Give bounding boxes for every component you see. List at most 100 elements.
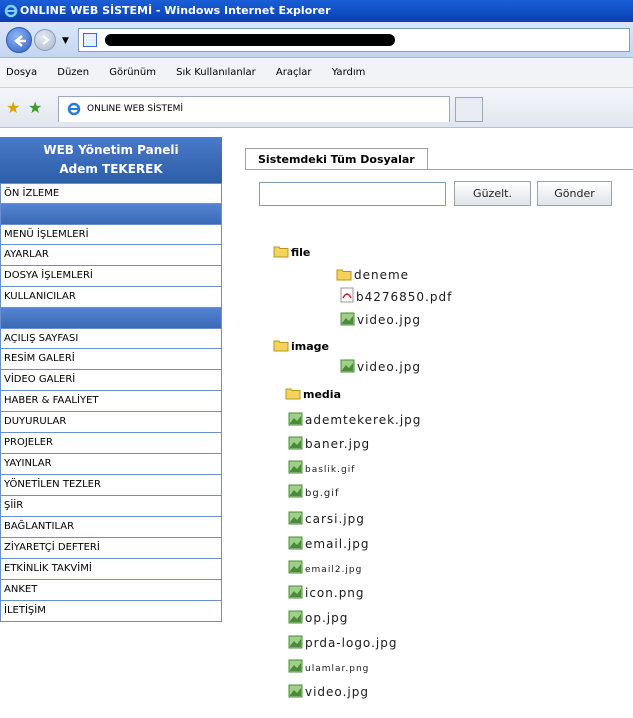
sidebar-item-projects[interactable]: PROJELER: [0, 433, 222, 454]
image-file-icon: [288, 511, 303, 525]
file-label: ulamlar.png: [305, 664, 370, 674]
new-tab-button[interactable]: [455, 97, 483, 122]
edit-button[interactable]: Güzelt.: [454, 181, 531, 206]
tree-file[interactable]: ademtekerek.jpg: [288, 411, 421, 429]
history-dropdown-icon[interactable]: ▼: [62, 36, 69, 46]
file-label: ademtekerek.jpg: [305, 413, 422, 427]
tree-file[interactable]: bg.gif: [288, 483, 340, 501]
image-file-icon: [288, 560, 303, 574]
file-label: video.jpg: [305, 685, 369, 699]
tree-file[interactable]: icon.png: [288, 584, 365, 602]
tree-folder[interactable]: image: [273, 337, 329, 355]
file-label: icon.png: [305, 586, 365, 600]
file-label: op.jpg: [305, 611, 349, 625]
sidebar-title: WEB Yönetim Paneli: [43, 143, 179, 157]
file-label: bg.gif: [305, 488, 340, 499]
menu-view[interactable]: Görünüm: [109, 67, 156, 78]
tree-file[interactable]: email2.jpg: [288, 559, 362, 577]
file-label: email.jpg: [305, 537, 370, 551]
sidebar-username: Adem TEKEREK: [59, 162, 163, 176]
back-arrow-icon: [14, 35, 26, 47]
tab-all-files[interactable]: Sistemdeki Tüm Dosyalar: [245, 148, 428, 170]
favorites-bar: ★ ★ ONLINE WEB SİSTEMİ: [0, 88, 633, 128]
sidebar-item-links[interactable]: BAĞLANTILAR: [0, 517, 222, 538]
folder-label-image: image: [291, 340, 329, 353]
file-label-video: video.jpg: [357, 360, 421, 374]
menu-edit[interactable]: Düzen: [57, 67, 89, 78]
image-file-icon: [288, 585, 303, 599]
sidebar-item-publications[interactable]: YAYINLAR: [0, 454, 222, 475]
pdf-file-icon: [340, 287, 354, 303]
folder-label-media: media: [303, 388, 341, 401]
tree-file[interactable]: prda-logo.jpg: [288, 634, 397, 652]
image-file-icon: [288, 484, 303, 498]
sidebar-item-home-page[interactable]: AÇILIŞ SAYFASI: [0, 328, 222, 349]
tree-file[interactable]: video.jpg: [340, 358, 421, 376]
folder-icon: [285, 388, 301, 400]
favorites-star-icon[interactable]: ★: [6, 98, 20, 117]
tree-file[interactable]: ulamlar.png: [288, 658, 369, 676]
sidebar-item-guestbook[interactable]: ZİYARETÇİ DEFTERİ: [0, 538, 222, 559]
sidebar-item-settings[interactable]: AYARLAR: [0, 245, 222, 266]
back-button[interactable]: [6, 27, 32, 53]
sidebar-item-theses[interactable]: YÖNETİLEN TEZLER: [0, 475, 222, 496]
sidebar-item-files[interactable]: DOSYA İŞLEMLERİ: [0, 266, 222, 287]
image-file-icon: [340, 359, 355, 373]
sidebar-item-contact[interactable]: İLETİŞİM: [0, 601, 222, 622]
file-label: baner.jpg: [305, 437, 371, 451]
image-file-icon: [288, 635, 303, 649]
sidebar-item-video-gallery[interactable]: VİDEO GALERİ: [0, 370, 222, 391]
ie-tab-icon: [67, 102, 81, 116]
folder-name-input[interactable]: [259, 182, 446, 206]
tab-underline: [245, 169, 633, 170]
window-title: ONLINE WEB SİSTEMİ - Windows Internet Ex…: [20, 4, 331, 17]
menu-file[interactable]: Dosya: [6, 67, 37, 78]
menu-favorites[interactable]: Sık Kullanılanlar: [176, 67, 256, 78]
tree-file[interactable]: carsi.jpg: [288, 510, 365, 528]
image-file-icon: [288, 610, 303, 624]
tree-folder[interactable]: deneme: [336, 266, 409, 284]
menu-tools[interactable]: Araçlar: [276, 67, 312, 78]
file-label: email2.jpg: [305, 565, 363, 575]
sidebar-item-photo-gallery[interactable]: RESİM GALERİ: [0, 349, 222, 370]
sidebar-item-poetry[interactable]: ŞİİR: [0, 496, 222, 517]
tree-file[interactable]: baslik.gif: [288, 459, 355, 477]
image-file-icon: [340, 312, 355, 326]
tree-folder[interactable]: file: [273, 243, 310, 261]
tree-file[interactable]: video.jpg: [340, 311, 421, 329]
tree-file[interactable]: email.jpg: [288, 535, 369, 553]
sidebar-item-poll[interactable]: ANKET: [0, 580, 222, 601]
sidebar-item-announcements[interactable]: DUYURULAR: [0, 412, 222, 433]
window-title-bar: ONLINE WEB SİSTEMİ - Windows Internet Ex…: [0, 0, 633, 22]
address-bar[interactable]: [78, 28, 630, 52]
file-label-pdf: b4276850.pdf: [356, 290, 453, 304]
file-label: prda-logo.jpg: [305, 636, 398, 650]
tree-file[interactable]: op.jpg: [288, 609, 348, 627]
sidebar-item-menu[interactable]: MENÜ İŞLEMLERİ: [0, 224, 222, 245]
sidebar-item-users[interactable]: KULLANICILAR: [0, 287, 222, 308]
menu-help[interactable]: Yardım: [332, 67, 366, 78]
sidebar-separator: [0, 204, 222, 224]
file-label: baslik.gif: [305, 465, 356, 475]
page-icon: [83, 33, 97, 47]
image-file-icon: [288, 460, 303, 474]
browser-tab[interactable]: ONLINE WEB SİSTEMİ: [58, 96, 450, 122]
sidebar-item-preview[interactable]: ÖN İZLEME: [0, 183, 222, 204]
folder-label-deneme: deneme: [354, 268, 410, 282]
sidebar-item-news[interactable]: HABER & FAALİYET: [0, 391, 222, 412]
redacted-url: [105, 34, 395, 46]
image-file-icon: [288, 436, 303, 450]
tree-file[interactable]: baner.jpg: [288, 435, 370, 453]
forward-button[interactable]: [34, 29, 56, 51]
tree-file[interactable]: video.jpg: [288, 683, 369, 701]
ie-logo-icon: [4, 4, 18, 18]
folder-icon: [273, 246, 289, 258]
send-button[interactable]: Gönder: [537, 181, 612, 206]
sidebar-item-calendar[interactable]: ETKİNLİK TAKVİMİ: [0, 559, 222, 580]
add-favorite-icon[interactable]: ★: [28, 98, 42, 117]
image-file-icon: [288, 659, 303, 673]
sidebar-separator: [0, 308, 222, 328]
tree-file[interactable]: b4276850.pdf: [340, 287, 452, 305]
tree-folder[interactable]: media: [285, 385, 341, 403]
menu-bar: Dosya Düzen Görünüm Sık Kullanılanlar Ar…: [0, 58, 633, 88]
